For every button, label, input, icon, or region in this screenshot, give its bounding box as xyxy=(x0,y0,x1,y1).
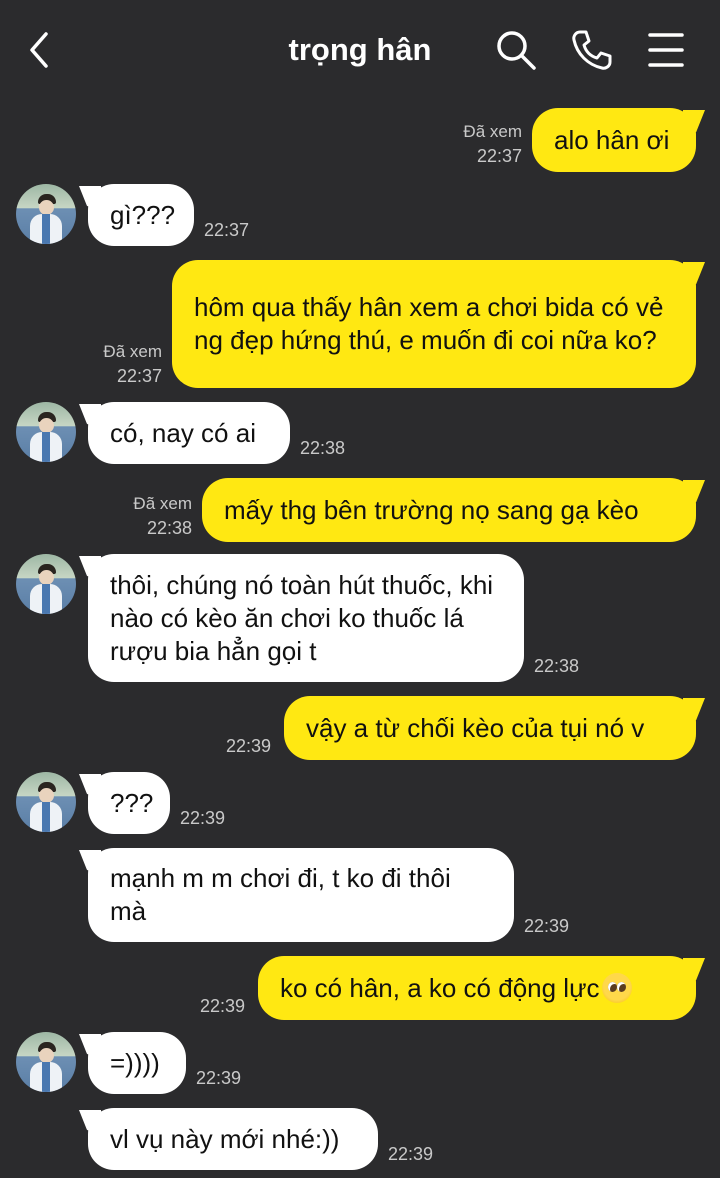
contact-avatar[interactable] xyxy=(16,554,76,614)
outgoing-message[interactable]: vậy a từ chối kèo của tụi nó v xyxy=(284,696,696,760)
seen-label: Đã xem xyxy=(103,342,162,361)
contact-avatar[interactable] xyxy=(16,1032,76,1092)
message-text: vl vụ này mới nhé:)) xyxy=(110,1123,340,1154)
message-text: có, nay có ai xyxy=(110,417,256,448)
message-text: gì??? xyxy=(110,199,176,230)
chat-header: trọng hân xyxy=(0,0,720,100)
search-icon xyxy=(497,31,536,70)
incoming-message[interactable]: có, nay có ai xyxy=(88,402,290,464)
message-time: 22:39 xyxy=(196,1068,242,1088)
incoming-message[interactable]: thôi, chúng nó toàn hút thuốc, khi nào c… xyxy=(88,554,524,682)
message-text: hôm qua thấy hân xem a chơi bida có vẻ n… xyxy=(194,292,664,355)
seen-status: Đã xem 22:38 xyxy=(133,492,192,540)
message-time: 22:39 xyxy=(524,916,570,936)
message-time: 22:37 xyxy=(476,146,522,166)
message-text: mấy thg bên trường nọ sang gạ kèo xyxy=(224,494,639,525)
outgoing-message[interactable]: alo hân ơi xyxy=(532,108,696,172)
incoming-message[interactable]: vl vụ này mới nhé:)) xyxy=(88,1108,378,1170)
message-text: vậy a từ chối kèo của tụi nó v xyxy=(306,712,645,743)
outgoing-message[interactable]: ko có hân, a ko có động lực xyxy=(258,956,696,1020)
message-time: 22:39 xyxy=(200,996,246,1016)
incoming-message[interactable]: ??? xyxy=(88,772,170,834)
incoming-message[interactable]: mạnh m m chơi đi, t ko đi thôi mà xyxy=(88,848,514,942)
pleading-face-emoji xyxy=(601,973,632,1003)
contact-avatar[interactable] xyxy=(16,184,76,244)
contact-name: trọng hân xyxy=(288,32,432,67)
incoming-message[interactable]: =)))) xyxy=(88,1032,186,1094)
message-text: =)))) xyxy=(110,1047,160,1078)
message-text: mạnh m m chơi đi, t ko đi thôi mà xyxy=(110,863,451,926)
incoming-message[interactable]: gì??? xyxy=(88,184,194,246)
message-time: 22:38 xyxy=(146,518,192,538)
message-time: 22:37 xyxy=(204,220,250,240)
menu-button[interactable] xyxy=(644,28,688,72)
seen-status: Đã xem 22:37 xyxy=(463,120,522,168)
message-time: 22:38 xyxy=(300,438,346,458)
outgoing-message[interactable]: hôm qua thấy hân xem a chơi bida có vẻ n… xyxy=(172,260,696,388)
message-time: 22:39 xyxy=(226,736,272,756)
contact-avatar[interactable] xyxy=(16,402,76,462)
phone-icon xyxy=(572,30,612,70)
message-time: 22:38 xyxy=(534,656,580,676)
message-time: 22:39 xyxy=(388,1144,434,1164)
outgoing-message[interactable]: mấy thg bên trường nọ sang gạ kèo xyxy=(202,478,696,542)
search-button[interactable] xyxy=(494,28,538,72)
message-text: ??? xyxy=(110,787,154,818)
message-time: 22:39 xyxy=(180,808,226,828)
seen-label: Đã xem xyxy=(133,494,192,513)
call-button[interactable] xyxy=(570,28,614,72)
message-text: thôi, chúng nó toàn hút thuốc, khi nào c… xyxy=(110,569,494,666)
message-text: ko có hân, a ko có động lực xyxy=(280,972,600,1003)
message-text: alo hân ơi xyxy=(554,124,670,155)
contact-avatar[interactable] xyxy=(16,772,76,832)
menu-icon xyxy=(648,33,684,67)
seen-status: Đã xem 22:37 xyxy=(103,340,162,388)
seen-label: Đã xem xyxy=(463,122,522,141)
message-time: 22:37 xyxy=(116,366,162,386)
